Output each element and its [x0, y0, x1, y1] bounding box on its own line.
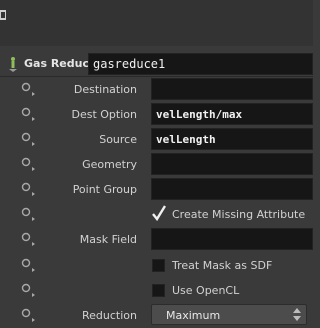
geometry-field[interactable] — [151, 153, 313, 175]
param-row-destination: Destination — [0, 77, 313, 102]
toolbar-menu-icon[interactable] — [0, 8, 14, 22]
param-row-geometry: Geometry — [0, 152, 313, 177]
create-missing-checkbox[interactable] — [152, 205, 166, 221]
keyframe-handle-icon[interactable] — [21, 283, 35, 297]
node-name-field[interactable]: gasreduce1 — [88, 53, 313, 75]
param-row-use-opencl: Use OpenCL — [0, 278, 313, 303]
keyframe-handle-icon[interactable] — [21, 207, 35, 221]
node-gear-icon[interactable] — [7, 56, 19, 72]
param-row-mask-field: Mask Field — [0, 227, 313, 252]
keyframe-handle-icon[interactable] — [21, 82, 35, 96]
treat-mask-sdf-label: Treat Mask as SDF — [172, 259, 273, 272]
point-group-label: Point Group — [72, 183, 137, 196]
destination-field[interactable] — [151, 78, 313, 100]
keyframe-handle-icon[interactable] — [21, 258, 35, 272]
reduction-value: Maximum — [166, 309, 221, 322]
source-field[interactable]: velLength — [151, 128, 313, 150]
keyframe-handle-icon[interactable] — [21, 308, 35, 322]
use-opencl-checkbox[interactable] — [152, 284, 165, 297]
geometry-label: Geometry — [82, 158, 137, 171]
param-row-create-missing: Create Missing Attribute — [0, 202, 313, 227]
reduction-dropdown[interactable]: Maximum — [151, 304, 307, 325]
keyframe-handle-icon[interactable] — [21, 157, 35, 171]
dest-option-label: Dest Option — [71, 108, 138, 121]
reduction-label: Reduction — [82, 309, 137, 322]
node-type-label: Gas Reduce — [24, 57, 97, 70]
dest-option-field[interactable]: velLength/max — [151, 103, 313, 125]
keyframe-handle-icon[interactable] — [21, 107, 35, 121]
node-header: Gas Reduce gasreduce1 — [0, 51, 313, 76]
keyframe-handle-icon[interactable] — [21, 132, 35, 146]
param-row-source: Source velLength — [0, 127, 313, 152]
parameter-toolbar — [0, 0, 313, 46]
mask-field-label: Mask Field — [79, 233, 137, 246]
create-missing-label: Create Missing Attribute — [172, 208, 306, 221]
destination-label: Destination — [73, 83, 137, 96]
use-opencl-label: Use OpenCL — [172, 284, 240, 297]
param-row-treat-mask-sdf: Treat Mask as SDF — [0, 253, 313, 278]
keyframe-handle-icon[interactable] — [21, 232, 35, 246]
point-group-field[interactable] — [151, 178, 313, 200]
param-row-reduction: Reduction Maximum — [0, 303, 313, 328]
param-row-dest-option: Dest Option velLength/max — [0, 102, 313, 127]
treat-mask-sdf-checkbox[interactable] — [152, 259, 165, 272]
source-label: Source — [99, 133, 137, 146]
keyframe-handle-icon[interactable] — [21, 182, 35, 196]
param-row-point-group: Point Group — [0, 177, 313, 202]
updown-arrow-icon — [293, 308, 301, 321]
mask-field-field[interactable] — [151, 228, 313, 250]
